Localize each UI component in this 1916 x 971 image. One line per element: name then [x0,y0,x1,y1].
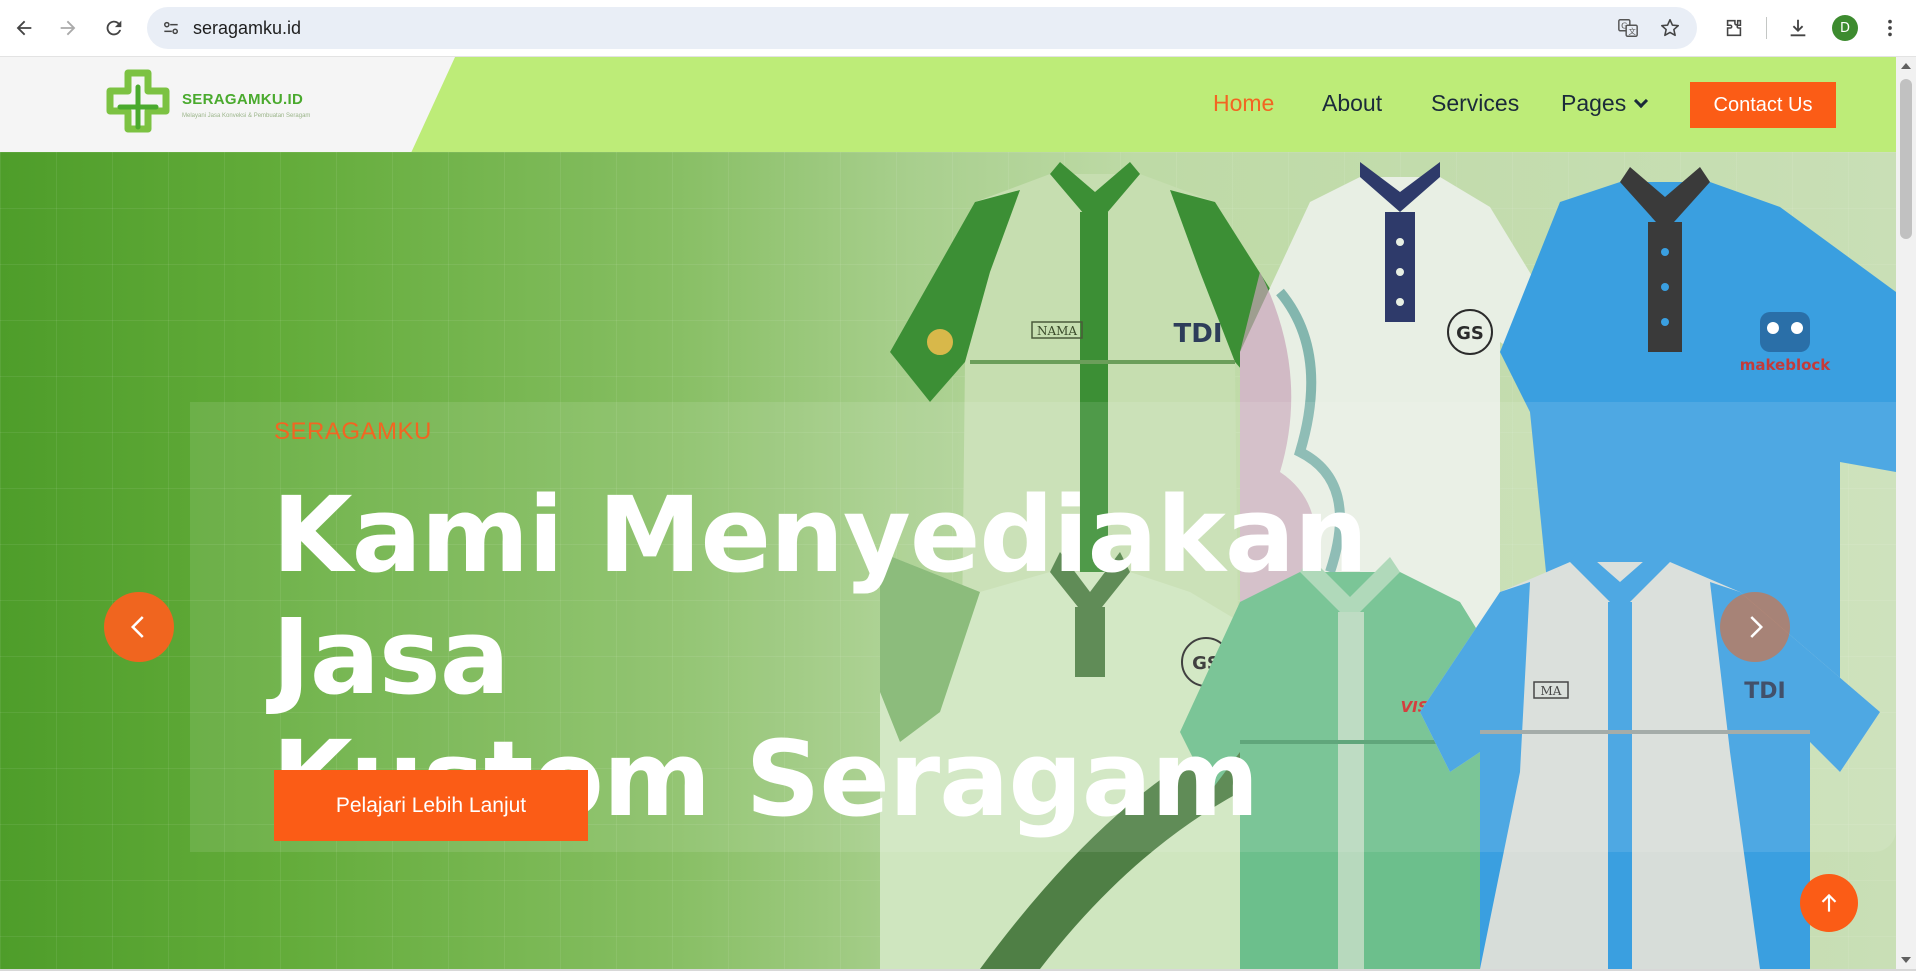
nav-pages[interactable]: Pages [1561,90,1649,117]
address-bar[interactable]: seragamku.id G 文 [147,7,1697,49]
shirt-name-tag: NAMA [1037,324,1077,338]
nav-about[interactable]: About [1322,90,1382,117]
hero-carousel: NAMA TDI GS makeblock GS MA TDI SERAGAMK… [0,152,1896,969]
carousel-prev-button[interactable] [104,592,174,662]
chevron-left-icon [130,616,144,638]
shirt-brand-makeblock: makeblock [1740,356,1832,374]
svg-text:GS: GS [1456,323,1484,344]
logo-name: SERAGAMKU.ID [182,91,304,108]
carousel-next-button[interactable] [1720,592,1790,662]
chevron-down-icon [1634,93,1649,109]
contact-us-button[interactable]: Contact Us [1690,82,1836,128]
page-scrollbar[interactable] [1896,57,1916,969]
download-icon[interactable] [1782,12,1814,44]
logo-tagline: Melayani Jasa Konveksi & Pembuatan Serag… [182,113,311,119]
nav-pages-label: Pages [1561,90,1627,116]
translate-icon[interactable]: G 文 [1615,15,1641,41]
star-icon[interactable] [1657,15,1683,41]
logo-mark-icon [106,69,170,133]
menu-icon[interactable] [1874,12,1906,44]
learn-more-button[interactable]: Pelajari Lebih Lanjut [274,770,588,841]
chevron-right-icon [1750,616,1764,638]
back-icon[interactable] [8,12,40,44]
nav-home[interactable]: Home [1213,90,1274,117]
shirt-brand-tdi: TDI [1174,319,1223,349]
back-to-top-button[interactable] [1800,874,1858,932]
browser-toolbar: seragamku.id G 文 D [0,0,1916,57]
scroll-down-arrow-icon[interactable] [1901,957,1911,963]
site-header: SERAGAMKU.ID Melayani Jasa Konveksi & Pe… [0,57,1896,152]
forward-icon[interactable] [52,12,84,44]
toolbar-divider [1766,17,1767,39]
site-info-icon[interactable] [157,14,185,42]
scrollbar-thumb[interactable] [1900,79,1912,239]
extensions-icon[interactable] [1718,12,1750,44]
reload-icon[interactable] [98,12,130,44]
profile-avatar[interactable]: D [1832,15,1858,41]
hero-title-line-1: Kami Menyediakan Jasa [272,474,1368,718]
svg-text:文: 文 [1628,27,1636,36]
site-logo[interactable]: SERAGAMKU.ID Melayani Jasa Konveksi & Pe… [98,63,318,147]
hero-eyebrow: SERAGAMKU [274,418,432,445]
arrow-up-icon [1821,893,1837,912]
scroll-up-arrow-icon[interactable] [1901,63,1911,69]
url-text[interactable]: seragamku.id [193,18,301,39]
nav-services[interactable]: Services [1431,90,1519,117]
